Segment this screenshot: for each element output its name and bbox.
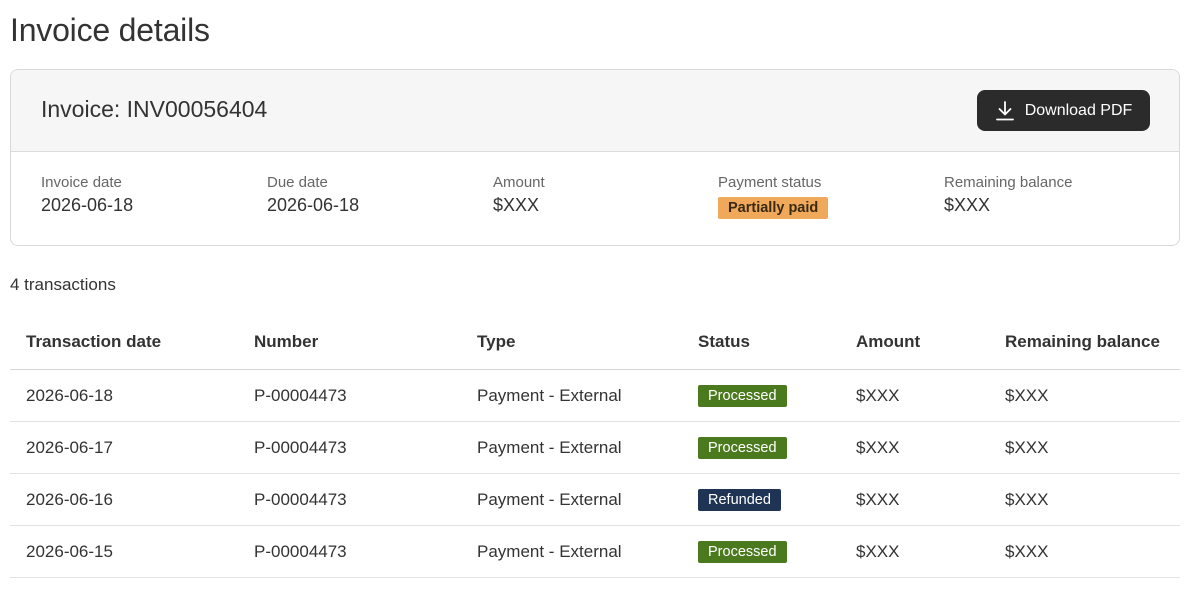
invoice-date-value: 2026-06-18 — [41, 195, 134, 215]
transaction-status-cell: Refunded — [682, 473, 840, 526]
transaction-remaining-cell: $XXX — [989, 473, 1180, 526]
payment-status-badge: Partially paid — [718, 197, 829, 219]
column-header-status: Status — [682, 315, 840, 370]
download-icon — [995, 100, 1015, 122]
transaction-remaining-cell: $XXX — [989, 369, 1180, 422]
due-date-value: 2026-06-18 — [267, 195, 360, 215]
invoice-card: Invoice: INV00056404 Download PDF Invoic… — [10, 69, 1180, 246]
column-header-number: Number — [238, 315, 461, 370]
transaction-remaining-cell: $XXX — [989, 421, 1180, 474]
remaining-balance-label: Remaining balance — [944, 174, 1073, 191]
due-date-field: Due date 2026-06-18 — [267, 174, 359, 216]
transaction-type-cell: Payment - External — [461, 369, 682, 422]
transaction-number-cell: P-00004473 — [238, 369, 461, 422]
transaction-amount-cell: $XXX — [840, 473, 989, 526]
transaction-date-cell: 2026-06-18 — [10, 369, 238, 422]
transaction-amount-cell: $XXX — [840, 525, 989, 578]
remaining-balance-value: $XXX — [944, 195, 991, 215]
transaction-number-cell: P-00004473 — [238, 421, 461, 474]
table-row: 2026-06-15 P-00004473 Payment - External… — [10, 525, 1180, 578]
column-header-remaining-balance: Remaining balance — [989, 315, 1180, 370]
column-header-transaction-date: Transaction date — [10, 315, 238, 370]
status-badge: Processed — [698, 384, 787, 407]
transaction-type-cell: Payment - External — [461, 525, 682, 578]
remaining-balance-field: Remaining balance $XXX — [944, 174, 1072, 216]
column-header-amount: Amount — [840, 315, 989, 370]
transaction-status-cell: Processed — [682, 525, 840, 578]
amount-field: Amount $XXX — [493, 174, 545, 216]
amount-label: Amount — [493, 174, 545, 191]
payment-status-label: Payment status — [718, 174, 822, 191]
status-badge: Refunded — [698, 488, 781, 511]
invoice-date-field: Invoice date 2026-06-18 — [41, 174, 133, 216]
invoice-card-header: Invoice: INV00056404 Download PDF — [11, 70, 1179, 152]
transaction-status-cell: Processed — [682, 421, 840, 474]
invoice-date-label: Invoice date — [41, 174, 122, 191]
invoice-heading: Invoice: INV00056404 — [41, 96, 268, 122]
transaction-type-cell: Payment - External — [461, 473, 682, 526]
transaction-date-cell: 2026-06-17 — [10, 421, 238, 474]
page-title: Invoice details — [10, 12, 210, 48]
column-header-type: Type — [461, 315, 682, 370]
transaction-remaining-cell: $XXX — [989, 525, 1180, 578]
transaction-type-cell: Payment - External — [461, 421, 682, 474]
table-row: 2026-06-17 P-00004473 Payment - External… — [10, 421, 1180, 474]
table-header-row: Transaction date Number Type Status Amou… — [10, 315, 1180, 370]
status-badge: Processed — [698, 436, 787, 459]
transaction-number-cell: P-00004473 — [238, 473, 461, 526]
transaction-status-cell: Processed — [682, 369, 840, 422]
transaction-number-cell: P-00004473 — [238, 525, 461, 578]
download-pdf-label: Download PDF — [1024, 101, 1133, 119]
payment-status-field: Payment status Partially paid — [718, 174, 829, 219]
transaction-amount-cell: $XXX — [840, 421, 989, 474]
table-row: 2026-06-16 P-00004473 Payment - External… — [10, 473, 1180, 526]
invoice-summary: Invoice date 2026-06-18 Due date 2026-06… — [11, 152, 1179, 245]
status-badge: Processed — [698, 540, 787, 563]
transactions-table: Transaction date Number Type Status Amou… — [10, 315, 1180, 578]
amount-value: $XXX — [493, 195, 540, 215]
transaction-amount-cell: $XXX — [840, 369, 989, 422]
transactions-count: 4 transactions — [10, 275, 116, 294]
due-date-label: Due date — [267, 174, 328, 191]
transaction-date-cell: 2026-06-16 — [10, 473, 238, 526]
download-pdf-button[interactable]: Download PDF — [977, 90, 1150, 131]
transaction-date-cell: 2026-06-15 — [10, 525, 238, 578]
table-row: 2026-06-18 P-00004473 Payment - External… — [10, 369, 1180, 422]
